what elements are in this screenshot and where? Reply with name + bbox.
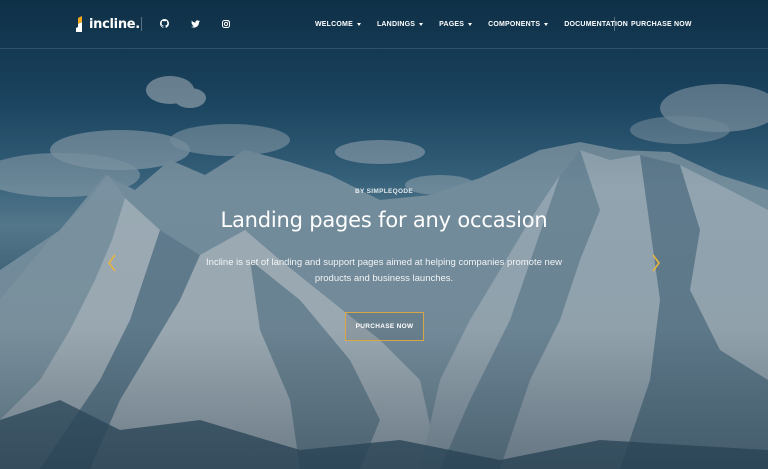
header-divider [141,17,142,31]
nav-item-components[interactable]: Components [488,18,549,30]
twitter-link[interactable] [188,17,202,31]
hero-headline: Landing pages for any occasion [220,208,548,232]
hero-overlay [0,0,768,469]
brand-logo[interactable]: incline. [76,14,140,34]
caret-down-icon [356,22,361,26]
nav-item-landings[interactable]: Landings [376,18,424,30]
chevron-left-icon [105,252,119,274]
nav-item-label: Pages [439,20,465,28]
nav-item-welcome[interactable]: Welcome [315,18,361,30]
social-links [157,17,233,31]
caret-down-icon [419,22,424,26]
caret-down-icon [468,22,473,26]
nav-item-label: Documentation [564,20,629,28]
twitter-icon [190,15,200,33]
brand-name: incline. [89,16,140,32]
slider-next-button[interactable] [649,252,663,274]
site-header: incline. Welcome Landings [0,0,768,49]
nav-item-label: Components [488,20,541,28]
main-nav: Welcome Landings Pages Components Docume… [315,18,628,30]
chevron-right-icon [649,252,663,274]
instagram-icon [222,15,230,33]
logo-mark-icon [76,16,85,32]
nav-item-pages[interactable]: Pages [439,18,473,30]
github-icon [159,15,169,33]
nav-item-label: Welcome [315,20,353,28]
slider-prev-button[interactable] [105,252,119,274]
header-divider [614,17,615,31]
hero-subtitle: Incline is set of landing and support pa… [206,257,562,284]
instagram-link[interactable] [219,17,233,31]
nav-item-documentation[interactable]: Documentation [564,18,628,30]
nav-item-label: Landings [376,20,416,28]
hero-eyebrow: BY SIMPLEQODE [355,188,413,195]
caret-down-icon [544,22,549,26]
github-link[interactable] [157,17,171,31]
hero-purchase-button[interactable]: Purchase Now [345,312,424,341]
header-purchase-link[interactable]: Purchase Now [631,18,692,30]
